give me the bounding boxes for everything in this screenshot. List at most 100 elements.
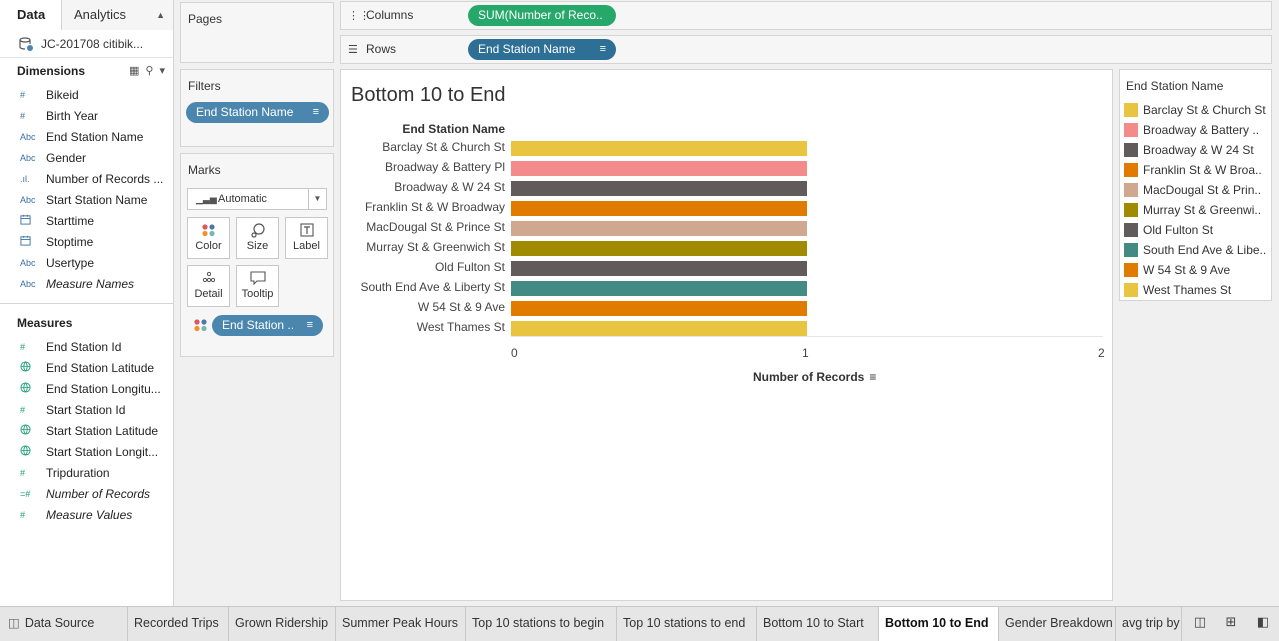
y-axis-label[interactable]: Murray St & Greenwich St: [366, 240, 505, 254]
legend-item[interactable]: Murray St & Greenwi..: [1120, 200, 1271, 220]
tab-data-source[interactable]: ◫ Data Source: [0, 607, 128, 641]
filters-card[interactable]: Filters End Station Name ≡: [180, 69, 334, 147]
mark-type-select[interactable]: ▁▃▅ Automatic ▼: [187, 188, 327, 210]
marks-card: Marks ▁▃▅ Automatic ▼ Color Size Label D…: [180, 153, 334, 357]
sheet-tab[interactable]: Top 10 stations to begin: [466, 607, 617, 641]
filters-title: Filters: [188, 79, 221, 93]
dimension-field[interactable]: Abc Measure Names: [0, 273, 173, 294]
dimension-field[interactable]: Stoptime: [0, 231, 173, 252]
legend-item[interactable]: Old Fulton St: [1120, 220, 1271, 240]
columns-pill-sum-records[interactable]: SUM(Number of Reco..: [468, 5, 616, 26]
measure-field[interactable]: End Station Latitude: [0, 357, 173, 378]
bar-5[interactable]: [511, 241, 807, 256]
measure-field[interactable]: # Tripduration: [0, 462, 173, 483]
new-story-icon[interactable]: ◧: [1252, 614, 1274, 632]
new-worksheet-icon[interactable]: ◫: [1189, 614, 1211, 632]
bar-7[interactable]: [511, 281, 807, 296]
color-button[interactable]: Color: [187, 217, 230, 259]
sheet-tab-bar: ◫ Data Source Recorded Trips Grown Ridershi…: [0, 606, 1279, 641]
dimension-field[interactable]: Starttime: [0, 210, 173, 231]
measure-field[interactable]: # Start Station Id: [0, 399, 173, 420]
y-axis-label[interactable]: South End Ave & Liberty St: [360, 280, 505, 294]
sheet-tab[interactable]: Recorded Trips: [128, 607, 229, 641]
bar-1[interactable]: [511, 161, 807, 176]
dimension-field[interactable]: .ıl. Number of Records ...: [0, 168, 173, 189]
tab-data[interactable]: Data: [0, 0, 62, 30]
sheet-tab[interactable]: avg trip by: [1116, 607, 1182, 641]
pages-card[interactable]: Pages: [180, 2, 334, 63]
search-icon[interactable]: ⚲: [145, 64, 153, 77]
y-axis-label[interactable]: W 54 St & 9 Ave: [418, 300, 505, 314]
columns-shelf[interactable]: ⋮⋮Columns SUM(Number of Reco..: [340, 1, 1272, 30]
dimension-field[interactable]: Abc Usertype: [0, 252, 173, 273]
y-axis-label[interactable]: Broadway & Battery Pl: [385, 160, 505, 174]
color-encoding-icon: [193, 318, 209, 335]
sheet-tab[interactable]: Top 10 stations to end: [617, 607, 757, 641]
sheet-tab[interactable]: Bottom 10 to End: [879, 607, 999, 641]
bar-0[interactable]: [511, 141, 807, 156]
view-grid-icon[interactable]: ▦: [129, 64, 139, 77]
legend-item[interactable]: Franklin St & W Broa..: [1120, 160, 1271, 180]
data-source-name: JC-201708 citibik...: [41, 36, 144, 51]
database-icon: ◫: [8, 616, 20, 630]
bar-6[interactable]: [511, 261, 807, 276]
detail-button[interactable]: Detail: [187, 265, 230, 307]
measure-field[interactable]: # Measure Values: [0, 504, 173, 525]
y-axis-label[interactable]: MacDougal St & Prince St: [366, 220, 505, 234]
rows-pill-end-station[interactable]: End Station Name ≡: [468, 39, 616, 60]
color-pill-end-station[interactable]: End Station .. ≡: [212, 315, 323, 336]
bar-4[interactable]: [511, 221, 807, 236]
sheet-tab[interactable]: Bottom 10 to Start: [757, 607, 879, 641]
x-tick-label: 0: [511, 346, 518, 360]
measure-field[interactable]: # End Station Id: [0, 336, 173, 357]
legend-item[interactable]: Barclay St & Church St: [1120, 100, 1271, 120]
legend-swatch: [1124, 163, 1138, 177]
legend-swatch: [1124, 283, 1138, 297]
dimension-field[interactable]: # Bikeid: [0, 84, 173, 105]
sheet-tab-label: Top 10 stations to begin: [472, 616, 605, 630]
y-axis-label[interactable]: Franklin St & W Broadway: [365, 200, 505, 214]
data-source-item[interactable]: JC-201708 citibik...: [0, 30, 173, 58]
y-axis-label[interactable]: Old Fulton St: [435, 260, 505, 274]
label-button[interactable]: Label: [285, 217, 328, 259]
bar-9[interactable]: [511, 321, 807, 336]
bar-3[interactable]: [511, 201, 807, 216]
field-name: Bikeid: [46, 87, 79, 102]
bar-2[interactable]: [511, 181, 807, 196]
dimension-field[interactable]: Abc Gender: [0, 147, 173, 168]
legend-label: West Thames St: [1143, 283, 1232, 297]
bar-8[interactable]: [511, 301, 807, 316]
x-axis-title[interactable]: Number of Records ≡: [753, 370, 876, 384]
legend-item[interactable]: West Thames St: [1120, 280, 1271, 300]
measure-field[interactable]: Start Station Latitude: [0, 420, 173, 441]
legend-item[interactable]: W 54 St & 9 Ave: [1120, 260, 1271, 280]
y-axis-label[interactable]: West Thames St: [417, 320, 505, 334]
legend-item[interactable]: South End Ave & Libe..: [1120, 240, 1271, 260]
sheet-tab[interactable]: Gender Breakdown: [999, 607, 1116, 641]
legend-item[interactable]: Broadway & W 24 St: [1120, 140, 1271, 160]
y-axis-label[interactable]: Barclay St & Church St: [382, 140, 505, 154]
dimension-field[interactable]: Abc End Station Name: [0, 126, 173, 147]
y-axis-title[interactable]: End Station Name: [402, 122, 505, 136]
filter-pill-end-station[interactable]: End Station Name ≡: [186, 102, 329, 123]
tooltip-button[interactable]: Tooltip: [236, 265, 279, 307]
legend-label: Old Fulton St: [1143, 223, 1214, 237]
tab-analytics[interactable]: Analytics ▲: [62, 0, 173, 30]
measure-field[interactable]: Start Station Longit...: [0, 441, 173, 462]
dimension-field[interactable]: # Birth Year: [0, 105, 173, 126]
sheet-tab[interactable]: Grown Ridership: [229, 607, 336, 641]
measure-field[interactable]: End Station Longitu...: [0, 378, 173, 399]
new-dashboard-icon[interactable]: ⊞: [1220, 614, 1242, 632]
size-button[interactable]: Size: [236, 217, 279, 259]
legend-swatch: [1124, 203, 1138, 217]
sheet-tab[interactable]: Summer Peak Hours: [336, 607, 466, 641]
dimension-field[interactable]: Abc Start Station Name: [0, 189, 173, 210]
updown-arrows-icon: ▲: [156, 10, 165, 20]
y-axis-label[interactable]: Broadway & W 24 St: [394, 180, 505, 194]
measure-field[interactable]: =# Number of Records: [0, 483, 173, 504]
dropdown-icon[interactable]: ▾: [159, 64, 165, 77]
legend-item[interactable]: Broadway & Battery ..: [1120, 120, 1271, 140]
legend-item[interactable]: MacDougal St & Prin..: [1120, 180, 1271, 200]
sort-icon: ≡: [599, 43, 606, 55]
rows-shelf[interactable]: ☰ Rows End Station Name ≡: [340, 35, 1272, 64]
